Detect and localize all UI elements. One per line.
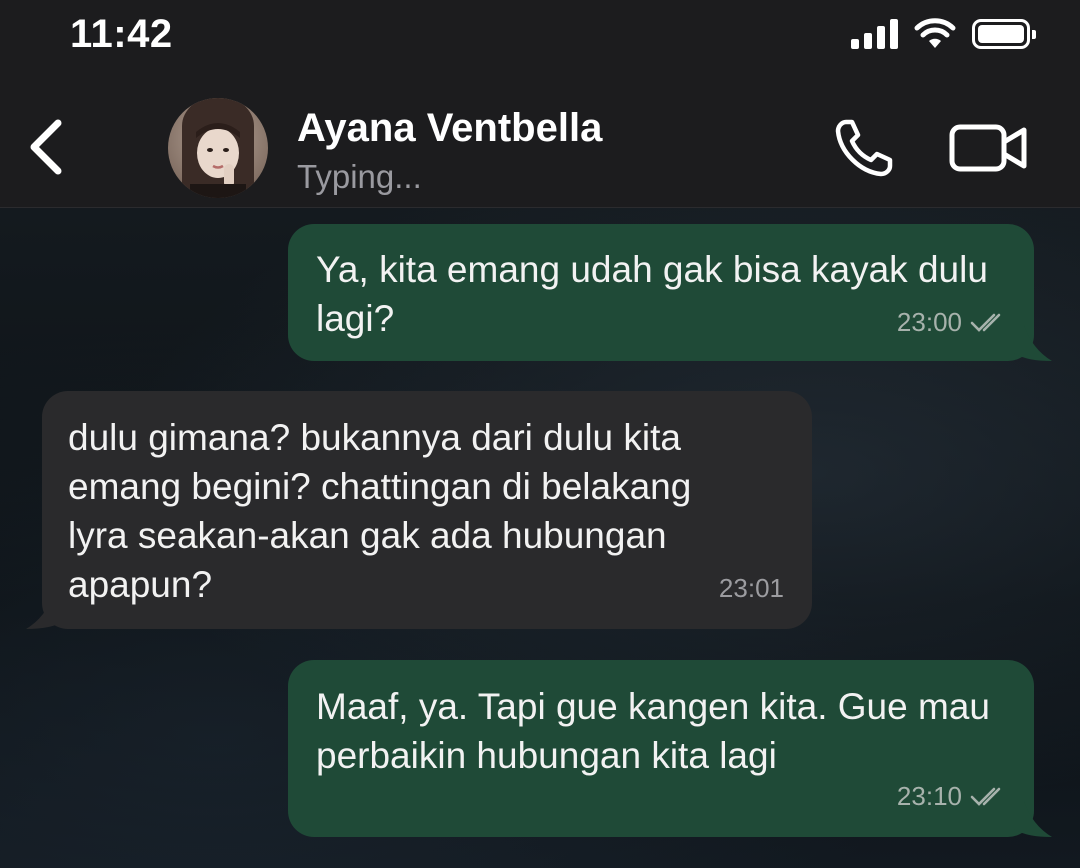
status-time: 11:42 (70, 12, 173, 56)
message-time: 23:00 (896, 307, 962, 337)
battery-icon (972, 19, 1036, 49)
avatar-photo (168, 98, 268, 198)
message-incoming[interactable]: dulu gimana? bukannya dari dulu kita ema… (42, 391, 812, 629)
message-outgoing[interactable]: Maaf, ya. Tapi gue kangen kita. Gue mau … (288, 660, 1034, 837)
back-button[interactable] (22, 115, 72, 179)
cellular-signal-icon (851, 19, 898, 49)
chat-header: 11:42 Ayana Ventbella Typing... (0, 0, 1080, 208)
message-text: Maaf, ya. Tapi gue kangen kita. Gue mau … (316, 686, 990, 776)
contact-status: Typing... (297, 158, 422, 195)
status-icons (851, 14, 1036, 54)
contact-avatar[interactable] (168, 98, 268, 198)
bubble-tail (1014, 801, 1052, 837)
message-text: dulu gimana? bukannya dari dulu kita ema… (68, 417, 692, 605)
bubble-tail (26, 593, 64, 629)
message-outgoing[interactable]: Ya, kita emang udah gak bisa kayak dulu … (288, 224, 1034, 361)
message-meta: 23:10 (897, 772, 1010, 821)
video-call-button[interactable] (948, 122, 1030, 174)
double-check-icon (970, 787, 1001, 806)
contact-name[interactable]: Ayana Ventbella (297, 106, 602, 151)
message-meta: 23:01 (719, 564, 784, 613)
bubble-tail (1014, 325, 1052, 361)
voice-call-button[interactable] (832, 116, 896, 180)
message-meta: 23:00 (897, 298, 1010, 347)
chat-area[interactable]: Ya, kita emang udah gak bisa kayak dulu … (0, 208, 1080, 868)
wifi-icon (914, 18, 956, 48)
message-time: 23:01 (718, 573, 784, 603)
message-time: 23:10 (896, 781, 962, 811)
double-check-icon (970, 313, 1001, 332)
